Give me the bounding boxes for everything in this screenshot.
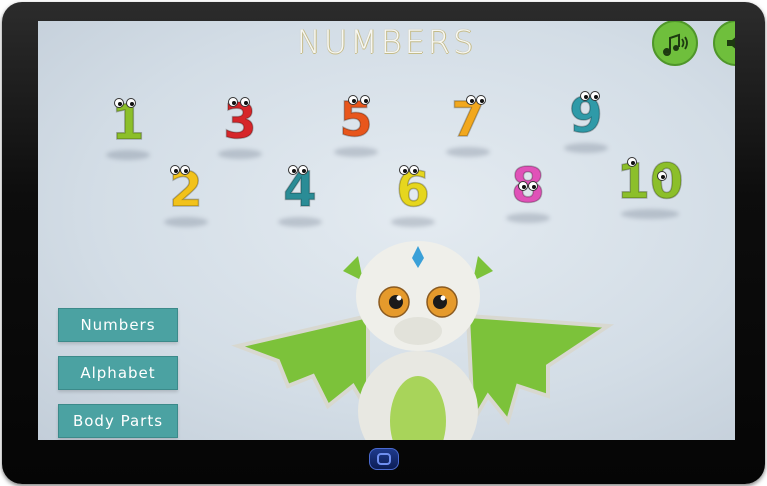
number-5[interactable]: 5 xyxy=(326,91,386,157)
number-4-glyph: 4 xyxy=(283,162,318,218)
number-8[interactable]: 8 xyxy=(498,157,558,223)
number-6[interactable]: 6 xyxy=(383,161,443,227)
number-3-glyph: 3 xyxy=(223,94,258,150)
number-7[interactable]: 7 xyxy=(438,91,498,157)
monitor-home-button[interactable] xyxy=(369,448,399,470)
menu-button-alphabet[interactable]: Alphabet xyxy=(58,356,178,390)
number-10[interactable]: 10 xyxy=(613,153,687,219)
music-button[interactable] xyxy=(652,21,698,66)
dragon-character xyxy=(231,241,614,440)
number-10-glyph: 10 xyxy=(616,154,684,210)
music-note-icon xyxy=(663,33,688,56)
number-8-glyph: 8 xyxy=(511,158,546,214)
number-3[interactable]: 3 xyxy=(210,93,270,159)
number-5-glyph: 5 xyxy=(339,92,374,148)
menu-button-numbers[interactable]: Numbers xyxy=(58,308,178,342)
number-9[interactable]: 9 xyxy=(556,87,616,153)
number-9-glyph: 9 xyxy=(569,88,604,144)
right-wing xyxy=(465,313,614,428)
number-2-glyph: 2 xyxy=(169,162,204,218)
dragon-snout xyxy=(394,317,442,345)
number-4[interactable]: 4 xyxy=(270,161,330,227)
number-1[interactable]: 1 xyxy=(98,94,158,160)
menu-button-body-parts[interactable]: Body Parts xyxy=(58,404,178,438)
number-1-glyph: 1 xyxy=(111,95,146,151)
number-7-glyph: 7 xyxy=(451,92,486,148)
speaker-icon xyxy=(727,37,735,49)
number-6-glyph: 6 xyxy=(396,162,431,218)
number-2[interactable]: 2 xyxy=(156,161,216,227)
game-screen: NUMBERS 1 2 3 4 5 6 7 8 9 10 Numbers Alp… xyxy=(38,21,735,440)
screen-title: NUMBERS xyxy=(296,23,477,61)
left-wing xyxy=(231,313,370,419)
